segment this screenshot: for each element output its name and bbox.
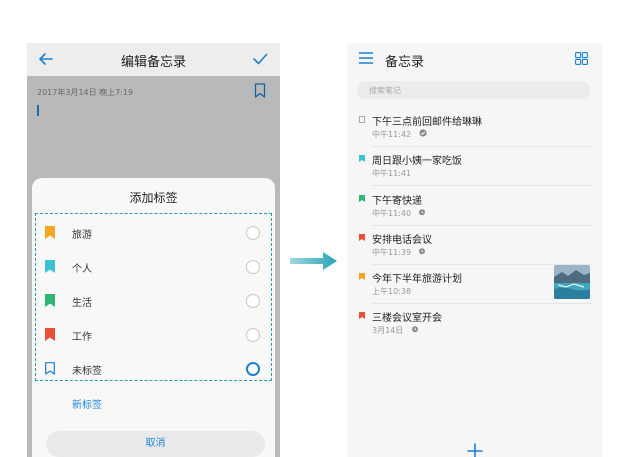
bookmark-icon (45, 226, 55, 239)
note-item[interactable]: 周日跟小姨一家吃饭 中午11:41 (347, 146, 602, 186)
tag-label: 生活 (72, 298, 92, 309)
bookmark-outline-icon (45, 362, 55, 375)
alarm-icon (412, 326, 418, 333)
tag-marker-icon (359, 234, 365, 241)
check-icon[interactable] (251, 50, 269, 68)
checkbox-icon[interactable] (359, 116, 365, 123)
search-placeholder: 搜索笔记 (369, 86, 401, 95)
tag-radio[interactable] (246, 294, 260, 308)
note-item[interactable]: 下午三点前回邮件给琳琳 中午11:42 (347, 107, 602, 147)
alarm-icon (419, 248, 425, 255)
arrow-right-icon (290, 252, 337, 270)
note-title: 下午三点前回邮件给琳琳 (372, 117, 482, 128)
memo-list-screen: 备忘录 搜索笔记 下午三点前回邮件给琳琳 中午11:42 周日跟小姨一家吃饭 中… (347, 43, 602, 457)
tag-marker-icon (359, 155, 365, 162)
tag-option-untagged[interactable]: 未标签 (32, 352, 275, 386)
tag-marker-icon (359, 195, 365, 202)
note-title: 下午寄快递 (372, 196, 422, 207)
note-time: 3月14日 (372, 326, 404, 335)
edit-title: 编辑备忘录 (120, 55, 186, 70)
tag-label: 个人 (72, 264, 92, 275)
tag-radio-selected[interactable] (246, 362, 260, 376)
plus-icon[interactable] (460, 441, 490, 457)
note-title: 安排电话会议 (372, 235, 432, 246)
add-tag-sheet: 添加标签 旅游 个人 生活 工作 未标签 新标签 取消 (32, 178, 275, 457)
list-title: 备忘录 (385, 55, 425, 70)
tag-label: 工作 (72, 332, 92, 343)
note-time: 中午11:40 (372, 209, 412, 218)
tag-marker-icon (359, 273, 365, 280)
tag-label: 旅游 (72, 230, 92, 241)
tag-marker-icon (359, 312, 365, 319)
tag-radio[interactable] (246, 226, 260, 240)
bookmark-icon (45, 294, 55, 307)
check-circle-icon (419, 129, 427, 137)
note-time: 中午11:39 (372, 248, 412, 257)
tag-option-personal[interactable]: 个人 (32, 250, 275, 284)
cancel-button[interactable]: 取消 (46, 431, 265, 457)
sheet-title: 添加标签 (129, 191, 178, 205)
note-item[interactable]: 安排电话会议 中午11:39 (347, 225, 602, 265)
alarm-icon (419, 209, 425, 216)
list-topbar: 备忘录 (347, 43, 602, 76)
screenshot-canvas: 编辑备忘录 2017年3月14日 晚上7:19 添加标签 旅游 个人 生活 工作… (0, 0, 640, 457)
bookmark-icon (45, 328, 55, 341)
edit-topbar: 编辑备忘录 (27, 43, 280, 76)
tag-label: 未标签 (72, 366, 102, 377)
tag-radio[interactable] (246, 260, 260, 274)
note-time: 中午11:41 (372, 169, 412, 178)
edit-memo-screen: 编辑备忘录 2017年3月14日 晚上7:19 添加标签 旅游 个人 生活 工作… (27, 43, 280, 457)
note-title: 三楼会议室开会 (372, 313, 442, 324)
tag-radio[interactable] (246, 328, 260, 342)
note-time: 中午11:42 (372, 130, 412, 139)
note-time: 上午10:38 (372, 287, 412, 296)
grid-view-icon[interactable] (575, 52, 588, 65)
note-item[interactable]: 下午寄快递 中午11:40 (347, 186, 602, 226)
note-thumbnail-image (554, 265, 590, 299)
new-tag-button[interactable]: 新标签 (72, 396, 102, 411)
search-input[interactable]: 搜索笔记 (357, 81, 590, 99)
menu-icon[interactable] (359, 52, 373, 64)
tag-option-work[interactable]: 工作 (32, 318, 275, 352)
note-title: 周日跟小姨一家吃饭 (372, 156, 462, 167)
note-title: 今年下半年旅游计划 (372, 274, 462, 285)
bookmark-icon (45, 260, 55, 273)
note-item[interactable]: 三楼会议室开会 3月14日 (347, 303, 602, 343)
tag-option-travel[interactable]: 旅游 (32, 216, 275, 250)
tag-option-life[interactable]: 生活 (32, 284, 275, 318)
